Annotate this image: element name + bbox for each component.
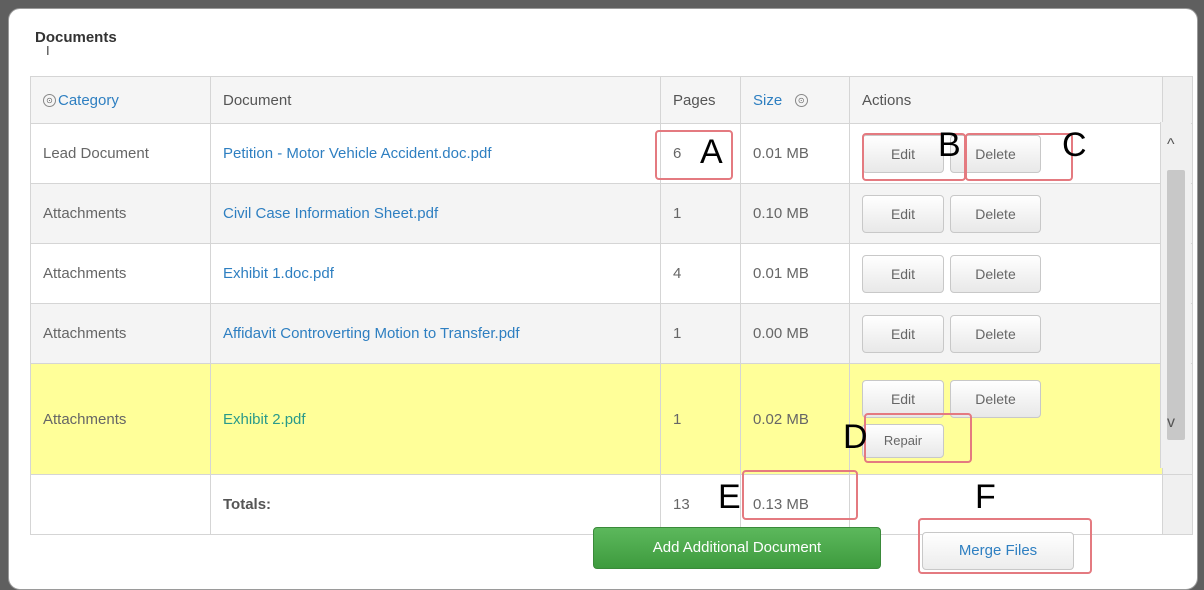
table-row: Attachments Civil Case Information Sheet… [30,183,1193,244]
column-header-size[interactable]: Size ⊙ [740,76,850,124]
column-header-actions: Actions [849,76,1163,124]
table-header-row: ⊙ Category Document Pages Size ⊙ Actions [30,76,1193,124]
annotation-label-b: B [938,126,961,164]
sort-icon[interactable]: ⊙ [794,94,808,108]
annotation-label-f: F [975,478,996,516]
pages-cell: 1 [660,183,741,244]
size-cell: 0.10 MB [740,183,850,244]
delete-button[interactable]: Delete [950,194,1041,233]
edit-button[interactable]: Edit [862,254,944,293]
annotation-box-f [918,518,1092,574]
size-cell: 0.00 MB [740,303,850,364]
document-link[interactable]: Petition - Motor Vehicle Accident.doc.pd… [223,145,491,162]
scrollbar-thumb[interactable] [1167,170,1185,440]
category-cell: Lead Document [30,123,211,184]
text-cursor-icon: I [46,43,50,58]
column-header-pages[interactable]: Pages [660,76,741,124]
pages-cell: 1 [660,363,741,475]
annotation-box-e [742,470,858,520]
pages-cell: 4 [660,243,741,304]
vertical-scrollbar[interactable]: ^ v [1160,122,1191,468]
annotation-label-a: A [700,133,723,171]
size-cell: 0.01 MB [740,123,850,184]
annotation-box-c [965,133,1073,181]
pages-cell: 1 [660,303,741,364]
edit-button[interactable]: Edit [862,314,944,353]
size-cell: 0.02 MB [740,363,850,475]
column-header-document: Document [210,76,661,124]
totals-label: Totals: [210,474,661,535]
document-link[interactable]: Civil Case Information Sheet.pdf [223,205,438,222]
category-cell: Attachments [30,363,211,475]
category-cell: Attachments [30,243,211,304]
annotation-box-d [864,413,972,463]
document-link[interactable]: Exhibit 2.pdf [223,411,306,428]
edit-button[interactable]: Edit [862,194,944,233]
table-row: Attachments Affidavit Controverting Moti… [30,303,1193,364]
document-link[interactable]: Exhibit 1.doc.pdf [223,265,334,282]
category-cell: Attachments [30,303,211,364]
table-row-highlighted: Attachments Exhibit 2.pdf 1 0.02 MB Edit… [30,363,1193,475]
scroll-down-icon[interactable]: v [1167,414,1175,432]
add-additional-document-button[interactable]: Add Additional Document [593,527,881,569]
column-header-category[interactable]: ⊙ Category [30,76,211,124]
category-cell: Attachments [30,183,211,244]
sort-icon[interactable]: ⊙ [43,94,56,108]
annotation-label-e: E [718,478,741,516]
document-link[interactable]: Affidavit Controverting Motion to Transf… [223,325,520,342]
table-row: Attachments Exhibit 1.doc.pdf 4 0.01 MB … [30,243,1193,304]
annotation-label-d: D [843,418,868,456]
delete-button[interactable]: Delete [950,314,1041,353]
delete-button[interactable]: Delete [950,254,1041,293]
annotation-label-c: C [1062,126,1087,164]
scroll-up-icon[interactable]: ^ [1167,136,1175,154]
size-cell: 0.01 MB [740,243,850,304]
